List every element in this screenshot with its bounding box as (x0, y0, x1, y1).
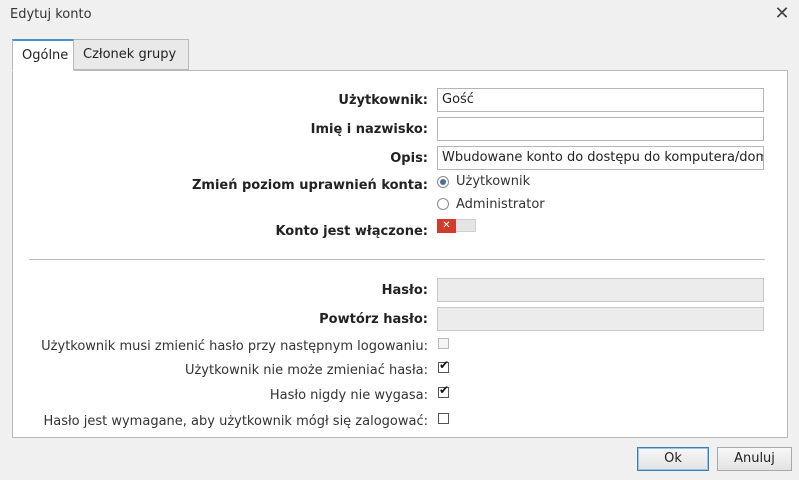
radio-user-label: Użytkownik (456, 174, 531, 189)
close-icon[interactable]: ✕ (773, 5, 791, 23)
user-field[interactable]: Gość (437, 88, 764, 112)
must-change-password-checkbox[interactable] (438, 338, 449, 349)
ok-button[interactable]: Ok (637, 447, 709, 471)
tab-general[interactable]: Ogólne (12, 39, 74, 71)
password-repeat-label: Powtórz hasło: (319, 312, 428, 327)
password-label: Hasło: (381, 283, 428, 298)
account-enabled-label: Konto jest włączone: (275, 224, 428, 239)
cancel-button[interactable]: Anuluj (717, 447, 792, 471)
cannot-change-password-checkbox[interactable] (438, 361, 449, 373)
description-label: Opis: (390, 151, 428, 166)
user-label: Użytkownik: (338, 93, 428, 108)
password-required-checkbox[interactable] (438, 413, 449, 424)
account-enabled-toggle[interactable]: ✕ (437, 219, 476, 233)
radio-administrator-label: Administrator (456, 197, 545, 212)
toggle-off-icon: ✕ (437, 219, 456, 233)
password-never-expires-checkbox[interactable] (438, 386, 449, 398)
privilege-level-label: Zmień poziom uprawnień konta: (191, 178, 428, 193)
password-field[interactable] (437, 278, 764, 302)
radio-administrator[interactable] (437, 198, 449, 210)
fullname-field[interactable] (437, 117, 764, 141)
description-field[interactable]: Wbudowane konto do dostępu do komputera/… (437, 146, 764, 170)
password-required-label: Hasło jest wymagane, aby użytkownik mógł… (43, 414, 428, 429)
radio-user[interactable] (437, 176, 449, 188)
password-never-expires-label: Hasło nigdy nie wygasa: (269, 388, 428, 403)
tab-group-member[interactable]: Członek grupy (74, 39, 189, 70)
password-repeat-field[interactable] (437, 307, 764, 331)
fullname-label: Imię i nazwisko: (310, 122, 428, 137)
dialog-titlebar: Edytuj konto ✕ (0, 0, 799, 32)
dialog-title: Edytuj konto (10, 7, 92, 22)
section-divider (29, 259, 765, 260)
cannot-change-password-label: Użytkownik nie może zmieniać hasła: (184, 363, 428, 378)
must-change-password-label: Użytkownik musi zmienić hasło przy nastę… (41, 339, 428, 354)
